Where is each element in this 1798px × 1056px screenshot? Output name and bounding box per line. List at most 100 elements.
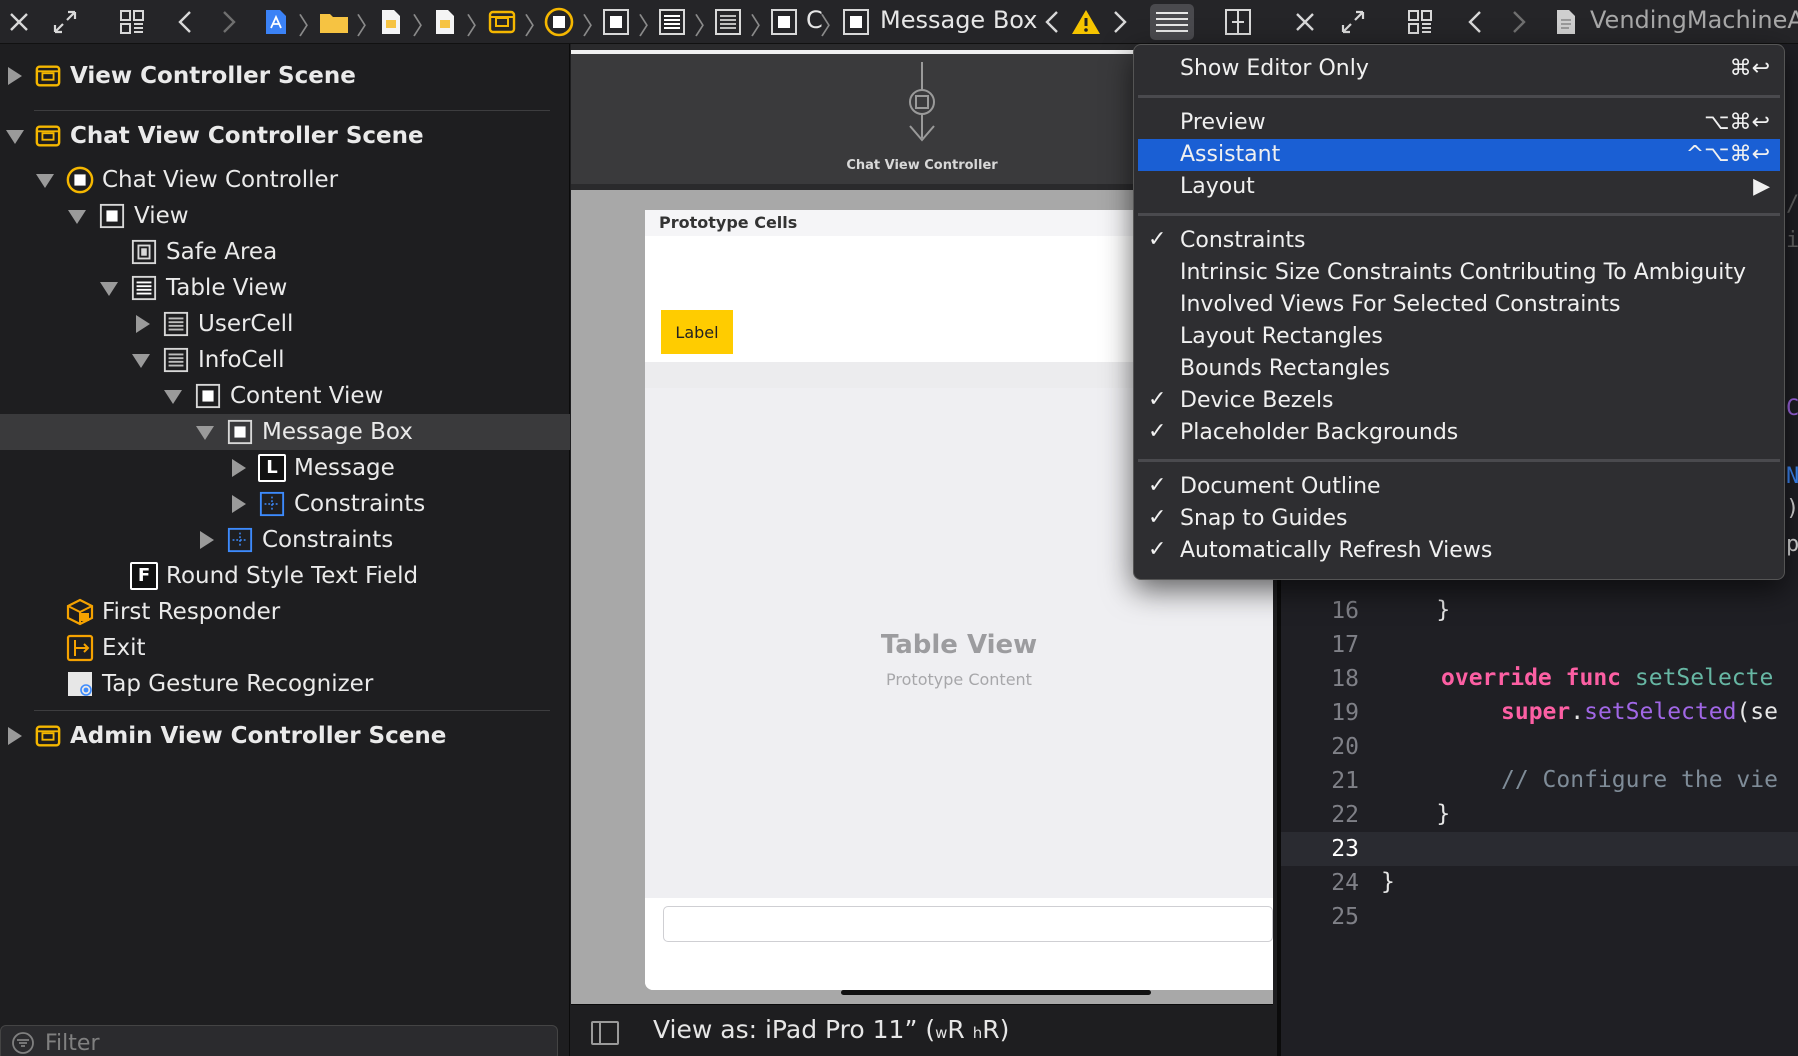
- outline-row[interactable]: L Message: [0, 450, 570, 486]
- storyboard-file-icon[interactable]: [378, 4, 404, 40]
- outline-row[interactable]: Table View: [0, 270, 570, 306]
- view-icon[interactable]: [600, 4, 632, 40]
- menu-item-constraints[interactable]: ✓ Constraints: [1138, 225, 1780, 257]
- code-line[interactable]: 20: [1281, 730, 1798, 764]
- view-controller-icon[interactable]: [542, 4, 576, 40]
- menu-item-layout-rectangles[interactable]: Layout Rectangles: [1138, 321, 1780, 353]
- outline-row[interactable]: Chat View Controller Scene: [0, 118, 570, 154]
- outline-row[interactable]: View: [0, 198, 570, 234]
- forward-icon[interactable]: [216, 4, 242, 40]
- disclosure-expanded-icon[interactable]: [196, 426, 214, 440]
- menu-item-device-bezels[interactable]: ✓ Device Bezels: [1138, 385, 1780, 417]
- safe-area-icon: [130, 238, 158, 266]
- filter-field[interactable]: Filter: [0, 1025, 558, 1056]
- code-line[interactable]: 18 override func setSelecte: [1281, 662, 1798, 696]
- menu-item-bounds-rectangles[interactable]: Bounds Rectangles: [1138, 353, 1780, 385]
- outline-row[interactable]: Admin View Controller Scene: [0, 718, 570, 754]
- menu-item-snap-to-guides[interactable]: ✓ Snap to Guides: [1138, 503, 1780, 535]
- breadcrumb-current[interactable]: Message Box: [880, 6, 1037, 34]
- menu-item-involved-views[interactable]: Involved Views For Selected Constraints: [1138, 289, 1780, 321]
- editor-options-icon[interactable]: [1150, 4, 1194, 40]
- outline-row-selected[interactable]: Message Box: [0, 414, 570, 450]
- message-box-view-icon[interactable]: [840, 4, 872, 40]
- outline-row[interactable]: Exit: [0, 630, 570, 666]
- outline-label: Safe Area: [166, 239, 278, 265]
- disclosure-collapsed-icon[interactable]: [8, 727, 22, 745]
- menu-item-layout[interactable]: Layout ▶: [1138, 171, 1780, 203]
- code-line[interactable]: 17: [1281, 628, 1798, 662]
- expand-editor-icon[interactable]: [1336, 4, 1370, 40]
- table-view-icon[interactable]: [656, 4, 688, 40]
- line-number: 18: [1331, 666, 1359, 692]
- menu-item-intrinsic-size-constraints[interactable]: Intrinsic Size Constraints Contributing …: [1138, 257, 1780, 289]
- size-class-h: h: [972, 1024, 983, 1042]
- code-line[interactable]: 16 }: [1281, 594, 1798, 628]
- outline-label: View: [134, 203, 189, 229]
- disclosure-collapsed-icon[interactable]: [136, 315, 150, 333]
- outline-row[interactable]: Constraints: [0, 522, 570, 558]
- outline-row[interactable]: Safe Area: [0, 234, 570, 270]
- size-class-r1: R: [947, 1015, 973, 1044]
- round-style-text-field[interactable]: [663, 906, 1273, 942]
- outline-row[interactable]: View Controller Scene: [0, 58, 570, 94]
- code-line[interactable]: 19 super.setSelected(se: [1281, 696, 1798, 730]
- disclosure-collapsed-icon[interactable]: [8, 67, 22, 85]
- outline-row[interactable]: UserCell: [0, 306, 570, 342]
- menu-item-document-outline[interactable]: ✓ Document Outline: [1138, 471, 1780, 503]
- scene-icon[interactable]: [486, 4, 518, 40]
- outline-row[interactable]: Tap Gesture Recognizer: [0, 666, 570, 702]
- disclosure-expanded-icon[interactable]: [36, 174, 54, 188]
- code-line[interactable]: 25: [1281, 900, 1798, 934]
- close-icon[interactable]: [4, 4, 34, 40]
- menu-item-preview[interactable]: Preview ⌥⌘↩: [1138, 107, 1780, 139]
- expand-icon[interactable]: [48, 4, 82, 40]
- code-line[interactable]: 24 }: [1281, 866, 1798, 900]
- code-line-current[interactable]: 23: [1281, 832, 1798, 866]
- previous-issue-icon[interactable]: [1040, 4, 1064, 40]
- code-line[interactable]: 22 }: [1281, 798, 1798, 832]
- outline-row[interactable]: Constraints: [0, 486, 570, 522]
- menu-item-shortcut: ⌘↩: [1729, 56, 1770, 81]
- disclosure-expanded-icon[interactable]: [68, 210, 86, 224]
- related-items-icon[interactable]: [1404, 4, 1436, 40]
- storyboard-base-icon[interactable]: [432, 4, 458, 40]
- disclosure-expanded-icon[interactable]: [132, 354, 150, 368]
- view-icon: [98, 202, 126, 230]
- disclosure-expanded-icon[interactable]: [100, 282, 118, 296]
- outline-row[interactable]: F Round Style Text Field: [0, 558, 570, 594]
- forward-icon[interactable]: [1506, 4, 1532, 40]
- message-box[interactable]: [645, 898, 1273, 990]
- content-view-icon[interactable]: [768, 4, 800, 40]
- outline-row[interactable]: First Responder: [0, 594, 570, 630]
- folder-icon[interactable]: [318, 4, 350, 40]
- outline-label: UserCell: [198, 311, 294, 337]
- disclosure-collapsed-icon[interactable]: [232, 495, 246, 513]
- code-line[interactable]: 21 // Configure the vie: [1281, 764, 1798, 798]
- disclosure-expanded-icon[interactable]: [6, 130, 24, 144]
- swift-file-icon[interactable]: [1552, 4, 1580, 40]
- close-editor-icon[interactable]: [1290, 4, 1320, 40]
- back-icon[interactable]: [1462, 4, 1488, 40]
- table-cell-icon[interactable]: [712, 4, 744, 40]
- breadcrumb-file[interactable]: VendingMachineApp: [1590, 6, 1798, 34]
- outline-row[interactable]: Content View: [0, 378, 570, 414]
- disclosure-expanded-icon[interactable]: [164, 390, 182, 404]
- warning-icon[interactable]: [1070, 4, 1102, 40]
- related-items-icon[interactable]: [116, 4, 148, 40]
- menu-item-auto-refresh-views[interactable]: ✓ Automatically Refresh Views: [1138, 535, 1780, 567]
- menu-item-placeholder-backgrounds[interactable]: ✓ Placeholder Backgrounds: [1138, 417, 1780, 449]
- back-icon[interactable]: [172, 4, 198, 40]
- project-icon[interactable]: [262, 4, 290, 40]
- disclosure-collapsed-icon[interactable]: [232, 459, 246, 477]
- checkmark-icon: ✓: [1148, 473, 1167, 498]
- next-issue-icon[interactable]: [1108, 4, 1132, 40]
- disclosure-collapsed-icon[interactable]: [200, 531, 214, 549]
- view-as-device-button[interactable]: View as: iPad Pro 11” (wR hR): [653, 1015, 1009, 1044]
- label-element[interactable]: Label: [661, 310, 733, 354]
- add-editor-icon[interactable]: [1222, 4, 1254, 40]
- outline-toggle-icon[interactable]: [591, 1021, 619, 1045]
- outline-row[interactable]: InfoCell: [0, 342, 570, 378]
- menu-item-show-editor-only[interactable]: Show Editor Only ⌘↩: [1138, 53, 1780, 85]
- outline-row[interactable]: Chat View Controller: [0, 162, 570, 198]
- menu-item-assistant[interactable]: Assistant ^⌥⌘↩: [1138, 139, 1780, 171]
